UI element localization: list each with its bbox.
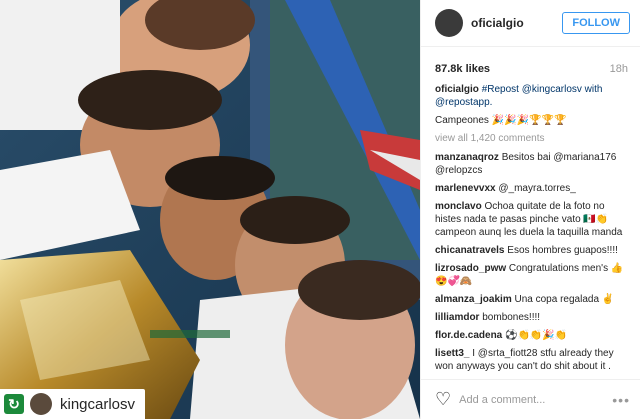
comment-username[interactable]: almanza_joakim [435, 294, 512, 305]
post-header: oficialgio FOLLOW [421, 0, 640, 47]
comment-text: Esos hombres guapos!!!! [507, 245, 618, 256]
list-item: manzanaqroz Besitos bai @mariana176 @rel… [435, 151, 630, 177]
comment-username[interactable]: lilliamdor [435, 312, 479, 323]
post-photo[interactable]: ↻ kingcarlosv [0, 0, 420, 419]
caption-username[interactable]: oficialgio [435, 84, 479, 95]
list-item: chicanatravels Esos hombres guapos!!!! [435, 244, 630, 257]
list-item: lisett3_ I @srta_fiott28 stfu already th… [435, 347, 630, 373]
post-username[interactable]: oficialgio [471, 16, 562, 30]
caption-line2: Campeones 🎉🎉🎉🏆🏆🏆 [435, 115, 567, 126]
comment-username[interactable]: flor.de.cadena [435, 330, 502, 341]
post-sidebar: oficialgio FOLLOW 87.8k likes 18h oficia… [420, 0, 640, 419]
list-item: monclavo Ochoa quitate de la foto no his… [435, 200, 630, 239]
comment-username[interactable]: marlenevvxx [435, 183, 496, 194]
comment-bar: ♡ Add a comment... ••• [421, 379, 640, 419]
list-item: flor.de.cadena ⚽👏👏🎉👏 [435, 329, 630, 342]
repost-icon: ↻ [4, 394, 24, 414]
repost-username: kingcarlosv [60, 395, 136, 413]
selfie-image [0, 0, 420, 419]
comment-username[interactable]: monclavo [435, 201, 482, 212]
post-stats: 87.8k likes 18h [421, 47, 640, 83]
comment-text: ⚽👏👏🎉👏 [505, 330, 568, 341]
comment-username[interactable]: lisett3_ [435, 348, 469, 359]
list-item: lilliamdor bombones!!!! [435, 311, 630, 324]
comment-username[interactable]: manzanaqroz [435, 152, 499, 163]
repost-badge: ↻ kingcarlosv [0, 389, 146, 419]
comment-text: Una copa regalada ✌ [514, 294, 615, 305]
caption: oficialgio #Repost @kingcarlosv with @re… [435, 83, 630, 109]
comment-username[interactable]: chicanatravels [435, 245, 505, 256]
comment-text: @_mayra.torres_ [498, 183, 576, 194]
likes-count[interactable]: 87.8k likes [435, 63, 490, 75]
more-dots-icon[interactable]: ••• [612, 392, 630, 408]
comments-list: oficialgio #Repost @kingcarlosv with @re… [421, 83, 640, 403]
list-item: almanza_joakim Una copa regalada ✌ [435, 293, 630, 306]
comment-username[interactable]: lizrosado_pww [435, 263, 506, 274]
list-item: lizrosado_pww Congratulations men's 👍😍💞🙈 [435, 262, 630, 288]
follow-button[interactable]: FOLLOW [562, 12, 630, 34]
view-all-comments[interactable]: view all 1,420 comments [435, 132, 630, 145]
post-time: 18h [609, 63, 628, 75]
avatar[interactable] [435, 9, 463, 37]
comment-text: bombones!!!! [482, 312, 541, 323]
list-item: marlenevvxx @_mayra.torres_ [435, 182, 630, 195]
heart-icon[interactable]: ♡ [435, 389, 451, 410]
add-comment-input[interactable]: Add a comment... [459, 394, 612, 406]
repost-avatar [30, 393, 52, 415]
